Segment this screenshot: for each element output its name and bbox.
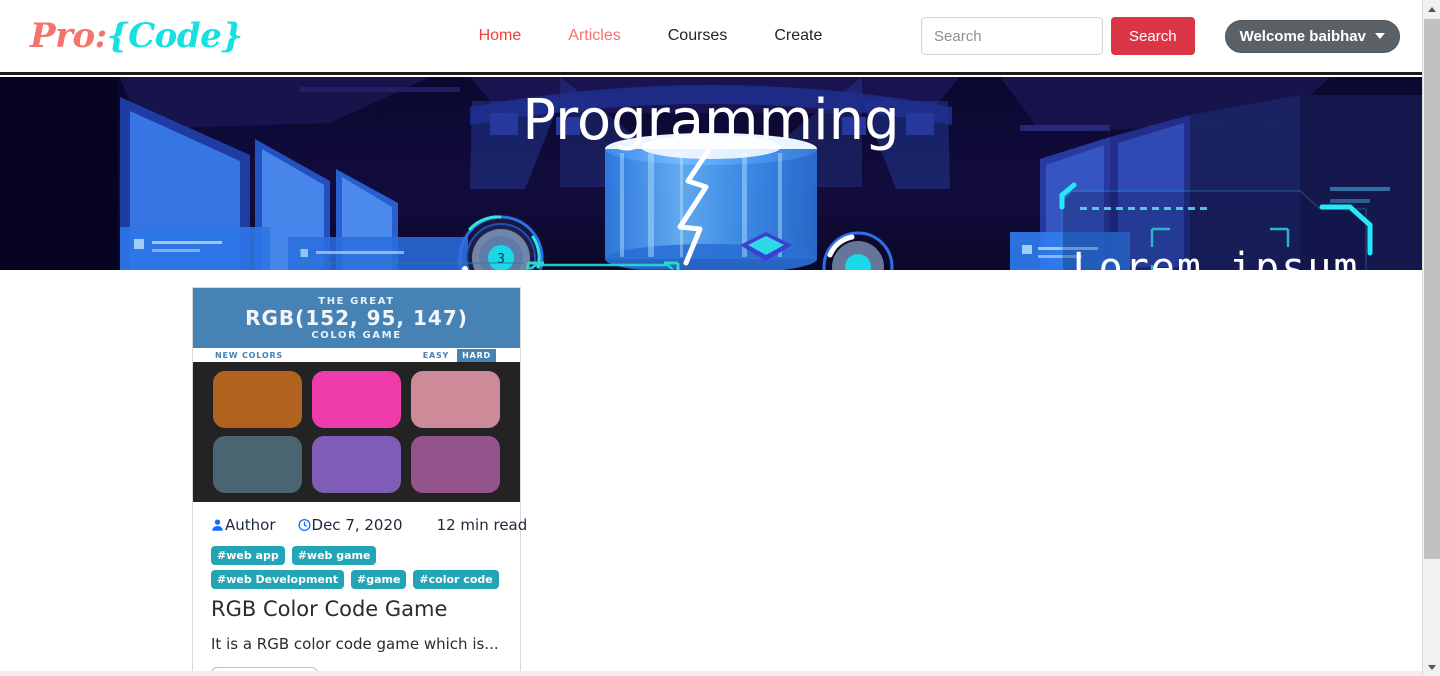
page-root: Pro:{Code} Home Articles Courses Create …: [0, 0, 1440, 676]
logo-text-primary: Pro:: [30, 16, 107, 56]
color-swatch[interactable]: [213, 371, 302, 428]
author-meta: Author: [211, 516, 276, 534]
new-colors-button[interactable]: NEW COLORS: [215, 351, 283, 360]
tag-item[interactable]: #web game: [291, 546, 377, 565]
nav-item-home[interactable]: Home: [479, 19, 522, 53]
author-name: Author: [225, 516, 276, 534]
color-swatch[interactable]: [411, 371, 500, 428]
hero-artwork: 3 Programming Lorem ipsum: [0, 77, 1422, 270]
tag-item[interactable]: #game: [350, 570, 407, 589]
article-card[interactable]: THE GREAT RGB(152, 95, 147) COLOR GAME N…: [192, 287, 527, 676]
easy-mode-button[interactable]: EASY: [423, 351, 449, 360]
hard-mode-button[interactable]: HARD: [457, 348, 496, 362]
hero-badge-right-text: Lorem ipsum: [1073, 245, 1360, 270]
main-nav-links: Home Articles Courses Create: [479, 19, 870, 53]
date-meta: Dec 7, 2020: [298, 516, 403, 534]
article-title[interactable]: RGB Color Code Game: [193, 589, 520, 621]
color-swatch[interactable]: [411, 436, 500, 493]
top-navigation-bar: Pro:{Code} Home Articles Courses Create …: [0, 0, 1422, 75]
tag-item[interactable]: #web app: [211, 546, 285, 565]
article-thumbnail: THE GREAT RGB(152, 95, 147) COLOR GAME N…: [193, 288, 520, 502]
tag-list: #web app #web game #web Development #gam…: [193, 538, 520, 589]
user-menu-button[interactable]: Welcome baibhav: [1224, 19, 1400, 53]
nav-item-courses[interactable]: Courses: [668, 19, 728, 53]
scroll-up-button[interactable]: [1423, 0, 1440, 18]
read-time: 12 min read: [436, 516, 528, 534]
logo-text-secondary: {Code}: [106, 16, 243, 56]
search-button[interactable]: Search: [1111, 17, 1195, 55]
tag-item[interactable]: #color code: [413, 570, 499, 589]
header-actions: Search Welcome baibhav: [921, 17, 1400, 55]
user-icon: [211, 518, 224, 532]
thumbnail-line2: RGB(152, 95, 147): [245, 305, 468, 330]
hud-center-label: 3: [497, 252, 505, 267]
scroll-down-button[interactable]: [1423, 658, 1440, 676]
color-swatch[interactable]: [312, 371, 401, 428]
page-bottom-strip: [0, 671, 1422, 676]
site-logo[interactable]: Pro:{Code}: [30, 19, 243, 53]
search-input[interactable]: [921, 17, 1104, 55]
article-meta: Author Dec 7, 2020 12 min read: [193, 502, 527, 538]
nav-item-articles[interactable]: Articles: [568, 19, 620, 53]
scrollbar-track[interactable]: [1423, 559, 1440, 658]
triangle-up-icon: [1428, 6, 1436, 12]
thumbnail-line1: THE GREAT: [318, 295, 395, 307]
triangle-down-icon: [1428, 664, 1436, 670]
clock-icon: [298, 518, 311, 532]
publish-date: Dec 7, 2020: [311, 516, 403, 534]
article-description: It is a RGB color code game which is...: [211, 635, 499, 653]
tag-item[interactable]: #web Development: [211, 570, 344, 589]
color-swatch[interactable]: [312, 436, 401, 493]
color-swatch[interactable]: [213, 436, 302, 493]
hero-title-text: Programming: [522, 88, 899, 153]
user-menu-label: Welcome baibhav: [1239, 27, 1366, 45]
chevron-down-icon: [1375, 33, 1385, 39]
thumbnail-line3: COLOR GAME: [311, 329, 402, 341]
color-swatch-grid: [193, 362, 520, 502]
hero-banner: 3 Programming Lorem ipsum: [0, 77, 1422, 270]
thumbnail-controls-bar: NEW COLORS EASY HARD: [193, 348, 520, 362]
thumbnail-header: THE GREAT RGB(152, 95, 147) COLOR GAME: [193, 288, 520, 348]
scrollbar-thumb[interactable]: [1424, 19, 1440, 559]
nav-item-create[interactable]: Create: [774, 19, 822, 53]
vertical-scrollbar[interactable]: [1422, 0, 1440, 676]
